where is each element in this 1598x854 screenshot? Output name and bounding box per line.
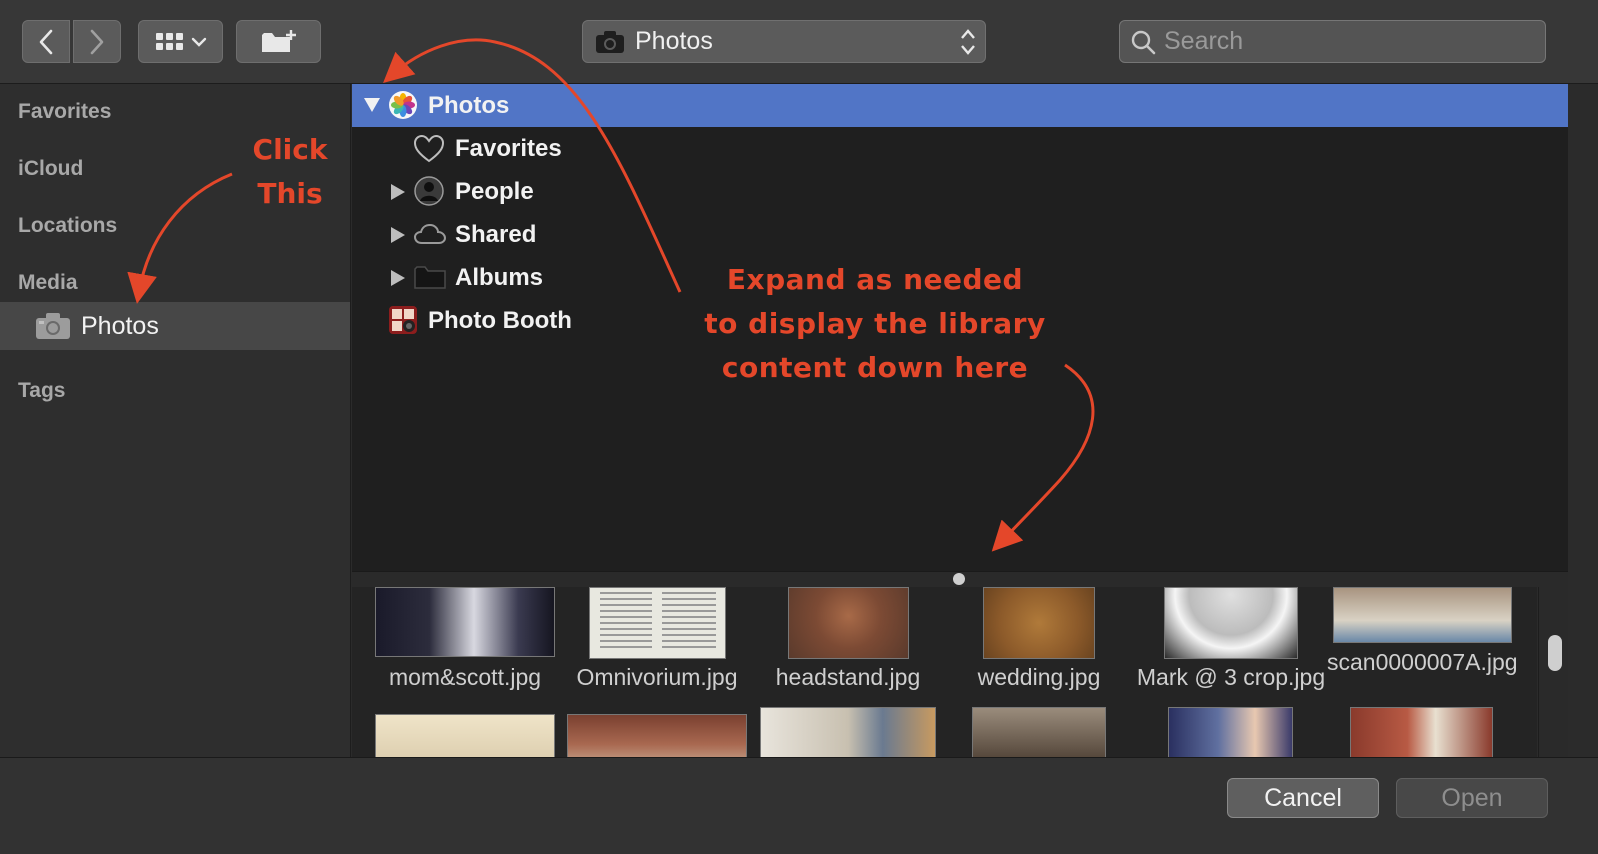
list-row-photos[interactable]: Photos (352, 84, 1568, 127)
photos-app-icon (389, 91, 417, 119)
search-input[interactable] (1164, 27, 1544, 56)
list-row-shared[interactable]: Shared (352, 213, 1568, 256)
list-row-label: Albums (455, 263, 544, 291)
annotation-line: Click (252, 133, 328, 166)
photo-booth-icon (389, 306, 417, 334)
sidebar-section-icloud[interactable]: iCloud (18, 157, 83, 181)
cancel-button[interactable]: Cancel (1227, 778, 1379, 818)
toolbar: Photos (0, 0, 1598, 84)
sidebar-section-favorites[interactable]: Favorites (18, 100, 111, 124)
forward-button[interactable] (73, 20, 121, 63)
photo-thumbnail[interactable] (983, 587, 1095, 659)
sidebar-item-label: Photos (81, 311, 159, 340)
folder-icon (414, 266, 446, 289)
photo-thumbnail[interactable] (1168, 707, 1293, 757)
list-row-label: Shared (455, 220, 537, 248)
camera-icon (596, 30, 624, 53)
disclosure-expanded-icon[interactable] (363, 97, 381, 113)
view-options-button[interactable] (138, 20, 223, 63)
list-row-favorites[interactable]: Favorites (352, 127, 1568, 170)
location-label: Photos (635, 27, 713, 55)
person-icon (414, 176, 444, 206)
photo-thumbnail[interactable] (1350, 707, 1493, 757)
sidebar-section-tags[interactable]: Tags (18, 379, 65, 403)
photo-thumbnail[interactable] (589, 587, 726, 659)
chevron-down-icon (191, 37, 206, 47)
new-folder-icon (261, 29, 296, 52)
new-folder-button[interactable] (236, 20, 321, 63)
list-row-label: Favorites (455, 134, 562, 162)
disclosure-collapsed-icon[interactable] (390, 226, 406, 244)
list-row-people[interactable]: People (352, 170, 1568, 213)
thumbnail-label: mom&scott.jpg (388, 664, 542, 690)
camera-icon (36, 313, 70, 339)
annotation-line: Expand as needed (726, 263, 1024, 296)
thumbnail-label: Omnivorium.jpg (576, 664, 738, 690)
thumbnail-label: wedding.jpg (977, 664, 1101, 690)
annotation-click-this: Click This (234, 128, 346, 216)
thumbnail-label: headstand.jpg (775, 664, 921, 690)
annotation-line: content down here (721, 351, 1029, 384)
chevron-right-icon (90, 29, 104, 54)
location-popup[interactable]: Photos (582, 20, 986, 63)
thumbnail-label: scan0000007A.jpg (1327, 649, 1518, 675)
sidebar-item-photos[interactable]: Photos (0, 302, 350, 350)
back-button[interactable] (22, 20, 70, 63)
list-row-label: People (455, 177, 534, 205)
photo-thumbnail[interactable] (567, 714, 747, 757)
thumbnail-scrollbar[interactable] (1538, 587, 1568, 757)
photo-thumbnail[interactable] (788, 587, 909, 659)
photo-thumbnail[interactable] (1164, 587, 1298, 659)
disclosure-collapsed-icon[interactable] (390, 183, 406, 201)
sidebar-section-locations[interactable]: Locations (18, 214, 117, 238)
up-down-chevron-icon (961, 29, 975, 55)
photo-thumbnail[interactable] (375, 714, 555, 757)
list-row-label: Photos (428, 91, 510, 119)
list-row-label: Photo Booth (428, 306, 572, 334)
open-button[interactable]: Open (1396, 778, 1548, 818)
search-icon (1131, 30, 1156, 54)
annotation-line: to display the library (704, 307, 1046, 340)
photo-thumbnail[interactable] (1333, 587, 1512, 643)
cloud-icon (414, 223, 446, 244)
heart-icon (414, 135, 444, 163)
chevron-left-icon (39, 29, 53, 54)
photo-thumbnail[interactable] (972, 707, 1106, 757)
annotation-line: This (257, 177, 323, 210)
photo-thumbnail[interactable] (375, 587, 555, 657)
search-field[interactable] (1119, 20, 1546, 63)
annotation-expand-note: Expand as needed to display the library … (660, 258, 1090, 390)
bottom-bar: Cancel Open (0, 757, 1598, 854)
sidebar-section-media[interactable]: Media (18, 271, 78, 295)
splitter-handle[interactable] (953, 573, 965, 585)
thumbnail-grid: mom&scott.jpg Omnivorium.jpg headstand.j… (352, 587, 1537, 757)
pane-splitter[interactable] (352, 571, 1568, 587)
grid-view-icon (155, 32, 183, 50)
disclosure-collapsed-icon[interactable] (390, 269, 406, 287)
scrollbar-thumb[interactable] (1548, 635, 1562, 671)
thumbnail-label: Mark @ 3 crop.jpg (1136, 664, 1326, 690)
photo-thumbnail[interactable] (760, 707, 936, 757)
